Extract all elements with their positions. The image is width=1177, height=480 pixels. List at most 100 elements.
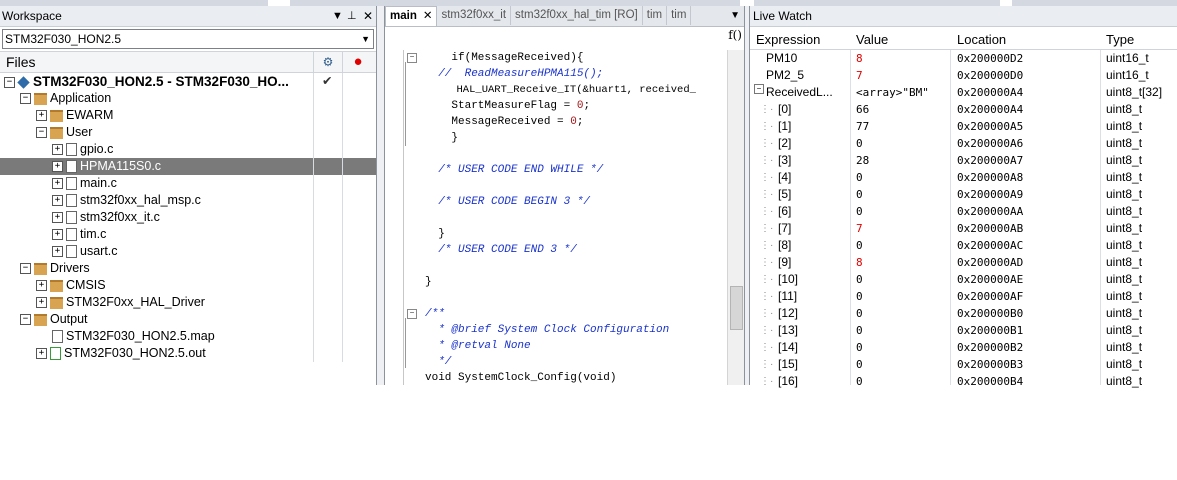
- watch-expression[interactable]: [5]: [778, 186, 791, 203]
- editor-tab[interactable]: main ✕: [385, 6, 438, 26]
- editor-tab[interactable]: stm32f0xx_hal_tim [RO]: [511, 6, 643, 25]
- watch-value[interactable]: 0: [856, 356, 863, 373]
- watch-expression[interactable]: [7]: [778, 220, 791, 237]
- editor-tab[interactable]: tim: [667, 6, 692, 25]
- collapse-icon[interactable]: −: [20, 93, 31, 105]
- fold-toggle-icon[interactable]: −: [407, 309, 417, 319]
- watch-value[interactable]: 7: [856, 220, 863, 237]
- watch-row[interactable]: PM10 8 0x200000D2 uint16_t: [750, 50, 1177, 67]
- watch-value[interactable]: 77: [856, 118, 869, 135]
- close-icon[interactable]: ✕: [363, 6, 373, 26]
- watch-value[interactable]: 0: [856, 169, 863, 186]
- tree-item[interactable]: − Output: [0, 311, 376, 328]
- watch-row[interactable]: ⋮· [14] 0 0x200000B2 uint8_t: [750, 339, 1177, 356]
- watch-expression[interactable]: [14]: [778, 339, 798, 356]
- watch-expression[interactable]: [4]: [778, 169, 791, 186]
- col-location[interactable]: Location: [957, 30, 1006, 49]
- watch-expression[interactable]: PM2_5: [766, 67, 804, 84]
- editor-tab[interactable]: stm32f0xx_it: [437, 6, 512, 25]
- watch-expression[interactable]: [16]: [778, 373, 798, 390]
- watch-row[interactable]: ⋮· [1] 77 0x200000A5 uint8_t: [750, 118, 1177, 135]
- tree-item[interactable]: + main.c: [0, 175, 376, 192]
- tree-item[interactable]: + EWARM: [0, 107, 376, 124]
- watch-expression[interactable]: [15]: [778, 356, 798, 373]
- tree-item[interactable]: + tim.c: [0, 226, 376, 243]
- editor-scrollbar[interactable]: [727, 50, 744, 385]
- tab-list-icon[interactable]: ▼: [730, 6, 740, 25]
- tree-item[interactable]: − User: [0, 124, 376, 141]
- watch-value[interactable]: 0: [856, 339, 863, 356]
- collapse-icon[interactable]: −: [4, 77, 15, 89]
- watch-expression[interactable]: [12]: [778, 305, 798, 322]
- tree-item[interactable]: − STM32F030_HON2.5 - STM32F030_HO... ✔: [0, 73, 376, 90]
- watch-value[interactable]: 66: [856, 101, 869, 118]
- watch-row[interactable]: − ReceivedL... <array>"BM" 0x200000A4 uint8_…: [750, 84, 1177, 101]
- collapse-icon[interactable]: −: [20, 314, 31, 326]
- watch-row[interactable]: ⋮· [4] 0 0x200000A8 uint8_t: [750, 169, 1177, 186]
- watch-row[interactable]: ⋮· [10] 0 0x200000AE uint8_t: [750, 271, 1177, 288]
- expand-icon[interactable]: +: [36, 348, 47, 360]
- gear-icon[interactable]: ⚙: [313, 52, 342, 72]
- watch-row[interactable]: ⋮· [9] 8 0x200000AD uint8_t: [750, 254, 1177, 271]
- tree-item[interactable]: + HPMA115S0.c: [0, 158, 376, 175]
- watch-expression[interactable]: [3]: [778, 152, 791, 169]
- tree-item[interactable]: − Drivers: [0, 260, 376, 277]
- tree-item[interactable]: − Application: [0, 90, 376, 107]
- watch-row[interactable]: ⋮· [15] 0 0x200000B3 uint8_t: [750, 356, 1177, 373]
- code-view[interactable]: − if(MessageReceived){ // ReadMeasureHPM…: [385, 50, 725, 385]
- watch-expression[interactable]: [0]: [778, 101, 791, 118]
- fold-toggle-icon[interactable]: −: [407, 53, 417, 63]
- col-type[interactable]: Type: [1106, 30, 1134, 49]
- tree-item[interactable]: + STM32F030_HON2.5.out: [0, 345, 376, 362]
- watch-value[interactable]: 28: [856, 152, 869, 169]
- expand-icon[interactable]: +: [52, 246, 63, 258]
- tree-item[interactable]: + stm32f0xx_hal_msp.c: [0, 192, 376, 209]
- watch-expression[interactable]: ReceivedL...: [766, 84, 833, 101]
- tree-item[interactable]: + gpio.c: [0, 141, 376, 158]
- expand-icon[interactable]: +: [36, 110, 47, 122]
- collapse-icon[interactable]: −: [20, 263, 31, 275]
- expand-icon[interactable]: +: [36, 297, 47, 309]
- expand-icon[interactable]: +: [52, 178, 63, 190]
- watch-row[interactable]: ⋮· [0] 66 0x200000A4 uint8_t: [750, 101, 1177, 118]
- function-list-icon[interactable]: f(): [728, 28, 742, 42]
- watch-expression[interactable]: [8]: [778, 237, 791, 254]
- watch-expression[interactable]: [2]: [778, 135, 791, 152]
- watch-expression[interactable]: PM10: [766, 50, 797, 67]
- watch-expression[interactable]: [6]: [778, 203, 791, 220]
- watch-value[interactable]: 0: [856, 322, 863, 339]
- watch-expression[interactable]: [10]: [778, 271, 798, 288]
- watch-row[interactable]: PM2_5 7 0x200000D0 uint16_t: [750, 67, 1177, 84]
- watch-value[interactable]: 0: [856, 373, 863, 390]
- watch-value[interactable]: 0: [856, 203, 863, 220]
- pane-menu-icon[interactable]: ▼: [332, 6, 343, 26]
- watch-value[interactable]: 8: [856, 254, 863, 271]
- expand-icon[interactable]: +: [52, 161, 63, 173]
- editor-tab[interactable]: tim: [643, 6, 668, 25]
- watch-value[interactable]: 0: [856, 288, 863, 305]
- tree-item[interactable]: STM32F030_HON2.5.map: [0, 328, 376, 345]
- watch-value[interactable]: 0: [856, 237, 863, 254]
- expand-icon[interactable]: +: [36, 280, 47, 292]
- pin-icon[interactable]: ⊥: [347, 6, 357, 26]
- watch-value[interactable]: 8: [856, 50, 863, 67]
- breakpoint-dot-icon[interactable]: ●: [342, 52, 373, 72]
- watch-value[interactable]: 0: [856, 305, 863, 322]
- watch-row[interactable]: ⋮· [6] 0 0x200000AA uint8_t: [750, 203, 1177, 220]
- col-expression[interactable]: Expression: [756, 30, 820, 49]
- watch-row[interactable]: ⋮· [5] 0 0x200000A9 uint8_t: [750, 186, 1177, 203]
- collapse-icon[interactable]: −: [754, 84, 764, 94]
- watch-row[interactable]: ⋮· [16] 0 0x200000B4 uint8_t: [750, 373, 1177, 390]
- expand-icon[interactable]: +: [52, 144, 63, 156]
- watch-row[interactable]: ⋮· [2] 0 0x200000A6 uint8_t: [750, 135, 1177, 152]
- chevron-down-icon[interactable]: ▼: [361, 30, 370, 48]
- watch-expression[interactable]: [1]: [778, 118, 791, 135]
- watch-row[interactable]: ⋮· [8] 0 0x200000AC uint8_t: [750, 237, 1177, 254]
- tree-item[interactable]: + stm32f0xx_it.c: [0, 209, 376, 226]
- collapse-icon[interactable]: −: [36, 127, 47, 139]
- tree-item[interactable]: + usart.c: [0, 243, 376, 260]
- scrollbar-thumb[interactable]: [730, 286, 743, 330]
- close-tab-icon[interactable]: ✕: [423, 10, 433, 22]
- watch-row[interactable]: ⋮· [7] 7 0x200000AB uint8_t: [750, 220, 1177, 237]
- watch-expression[interactable]: [13]: [778, 322, 798, 339]
